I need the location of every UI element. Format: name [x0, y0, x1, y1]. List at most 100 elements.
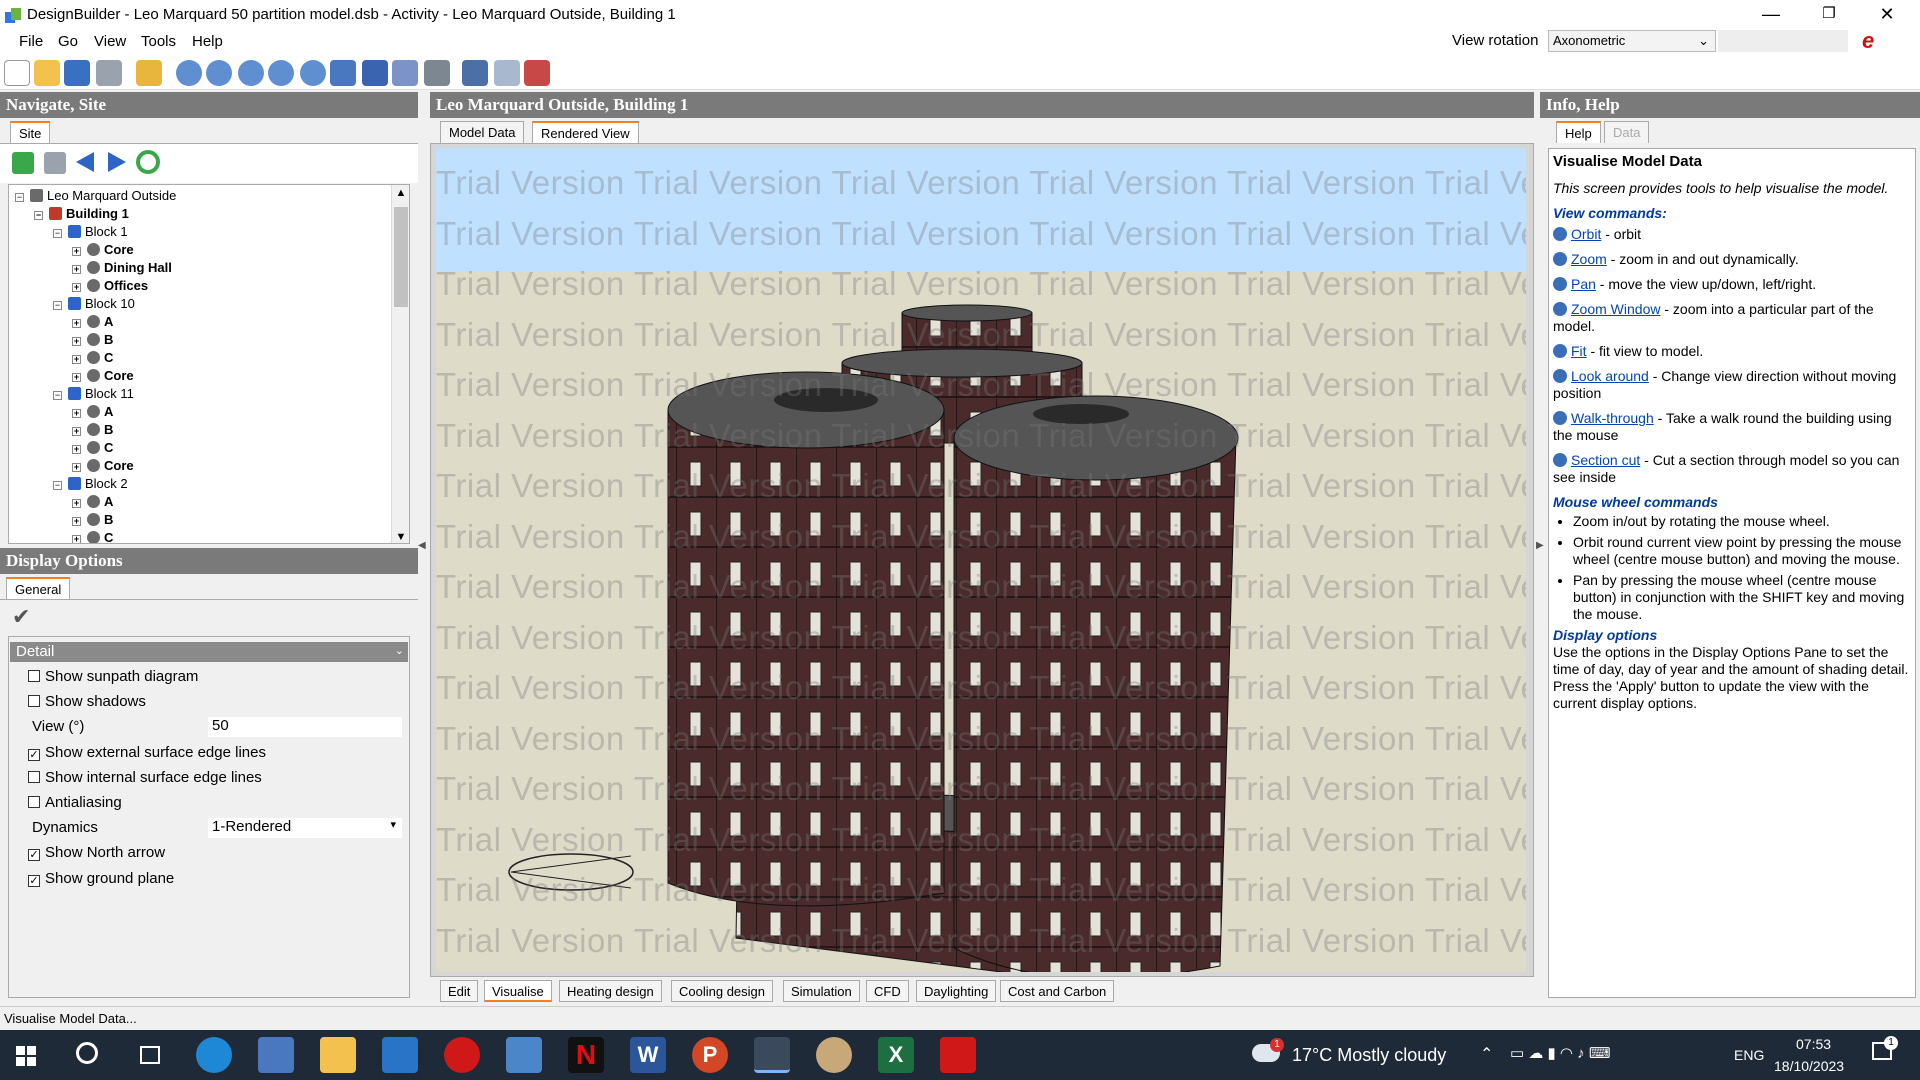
excel-icon[interactable]: X — [878, 1037, 914, 1073]
expand-icon[interactable]: + — [72, 499, 81, 508]
tree-item[interactable]: + Dining Hall — [72, 259, 172, 277]
rendered-viewport[interactable]: Trial Version Trial Version Trial Versio… — [436, 148, 1526, 972]
tree-item[interactable]: + B — [72, 511, 113, 529]
paint-icon[interactable] — [816, 1037, 852, 1073]
pan-icon[interactable] — [238, 60, 264, 86]
clock-date[interactable]: 18/10/2023 — [1774, 1058, 1844, 1074]
menu-file[interactable]: File — [19, 33, 43, 50]
expand-icon[interactable]: + — [72, 409, 81, 418]
tree-item[interactable]: − Block 10 — [53, 295, 135, 313]
clock-time[interactable]: 07:53 — [1796, 1036, 1831, 1052]
tab-simulation[interactable]: Simulation — [783, 980, 860, 1002]
tree-item[interactable]: + C — [72, 349, 113, 367]
tree-item[interactable]: − Block 11 — [53, 385, 134, 403]
tree-item[interactable]: + A — [72, 493, 113, 511]
fit-icon[interactable] — [300, 60, 326, 86]
look-around-icon[interactable] — [330, 60, 356, 86]
option-row[interactable]: Show internal surface edge lines — [28, 769, 262, 786]
zoom-icon[interactable] — [206, 60, 232, 86]
mail-icon[interactable] — [382, 1037, 418, 1073]
edge-icon[interactable] — [196, 1037, 232, 1073]
expand-icon[interactable]: + — [72, 337, 81, 346]
expand-icon[interactable]: + — [72, 247, 81, 256]
print-icon[interactable] — [96, 60, 122, 86]
help-link[interactable]: Orbit — [1571, 226, 1601, 242]
tree-item[interactable]: + C — [72, 529, 113, 543]
option-checkbox[interactable] — [28, 670, 40, 682]
save-icon[interactable] — [64, 60, 90, 86]
tab-model-data[interactable]: Model Data — [440, 121, 525, 143]
designbuilder-icon[interactable] — [754, 1037, 790, 1073]
start-icon[interactable] — [16, 1046, 36, 1066]
expand-icon[interactable]: + — [72, 535, 81, 543]
expand-icon[interactable]: + — [72, 427, 81, 436]
option-row[interactable]: ✓ Show ground plane — [28, 870, 174, 887]
tree-item[interactable]: + A — [72, 313, 113, 331]
expand-icon[interactable]: + — [72, 319, 81, 328]
scroll-down-icon[interactable]: ▼ — [393, 531, 409, 543]
search-icon[interactable] — [76, 1042, 98, 1064]
orbit-icon[interactable] — [176, 60, 202, 86]
expand-icon[interactable]: + — [72, 265, 81, 274]
calculator-icon[interactable] — [506, 1037, 542, 1073]
tab-help[interactable]: Help — [1556, 121, 1601, 143]
tree-item[interactable]: + C — [72, 439, 113, 457]
option-checkbox[interactable]: ✓ — [28, 748, 40, 761]
option-row[interactable]: Show sunpath diagram — [28, 668, 198, 685]
maximize-button[interactable]: ❐ — [1800, 0, 1858, 30]
netflix-icon[interactable]: N — [568, 1037, 604, 1073]
view-rotation-select[interactable]: Axonometric ⌄ — [1548, 30, 1716, 52]
expand-icon[interactable]: + — [72, 463, 81, 472]
go-to-icon[interactable] — [12, 152, 34, 174]
store-icon[interactable] — [258, 1037, 294, 1073]
open-icon[interactable] — [34, 60, 60, 86]
wrench-icon[interactable] — [136, 60, 162, 86]
expand-icon[interactable]: + — [72, 355, 81, 364]
menu-go[interactable]: Go — [58, 33, 78, 50]
scroll-up-icon[interactable]: ▲ — [393, 187, 409, 199]
collapse-right-icon[interactable]: ▶ — [1536, 540, 1546, 554]
tab-data[interactable]: Data — [1604, 121, 1650, 143]
tree-item[interactable]: − Leo Marquard Outside — [15, 187, 176, 205]
help-link[interactable]: Walk-through — [1571, 410, 1654, 426]
tab-visualise[interactable]: Visualise — [484, 980, 552, 1002]
scroll-thumb[interactable] — [394, 207, 408, 307]
tab-site[interactable]: Site — [10, 121, 51, 143]
tab-cooling-design[interactable]: Cooling design — [671, 980, 774, 1002]
minimize-button[interactable]: — — [1742, 0, 1800, 30]
help-link[interactable]: Pan — [1571, 276, 1596, 292]
task-view-icon[interactable] — [140, 1046, 160, 1064]
walk-through-icon[interactable] — [362, 60, 388, 86]
dynamics-select[interactable]: 1-Rendered ▾ — [208, 818, 402, 839]
tree-item[interactable]: − Block 2 — [53, 475, 128, 493]
option-row[interactable]: Show shadows — [28, 693, 146, 710]
zoom-window-icon[interactable] — [268, 60, 294, 86]
tab-cost-and-carbon[interactable]: Cost and Carbon — [1000, 980, 1115, 1002]
tree-item[interactable]: + B — [72, 331, 113, 349]
tray-icons[interactable]: ▭ ☁ ▮ ◠ ♪ ⌨ — [1510, 1044, 1611, 1062]
tree-item[interactable]: + Core — [72, 367, 134, 385]
option-row[interactable]: ✓ Show external surface edge lines — [28, 744, 266, 761]
collapse-left-icon[interactable]: ◀ — [418, 540, 428, 554]
weather-text[interactable]: 17°C Mostly cloudy — [1292, 1045, 1446, 1066]
option-checkbox[interactable]: ✓ — [28, 849, 40, 862]
tree-item[interactable]: − Building 1 — [34, 205, 129, 223]
tree-item[interactable]: + B — [72, 421, 113, 439]
new-icon[interactable] — [4, 60, 30, 86]
tab-general[interactable]: General — [6, 577, 71, 599]
export-icon[interactable] — [494, 60, 520, 86]
option-checkbox[interactable]: ✓ — [28, 874, 40, 887]
expand-icon[interactable]: + — [72, 445, 81, 454]
tab-daylighting[interactable]: Daylighting — [916, 980, 997, 1002]
help-link[interactable]: Fit — [1571, 343, 1587, 359]
powerpoint-icon[interactable]: P — [692, 1037, 728, 1073]
view-angle-input[interactable]: 50 — [208, 717, 402, 738]
collapse-icon[interactable]: − — [53, 391, 62, 400]
shade-icon[interactable] — [462, 60, 488, 86]
section-cut-icon[interactable] — [392, 60, 418, 86]
collapse-icon[interactable]: − — [34, 211, 43, 220]
help-link[interactable]: Zoom — [1571, 251, 1607, 267]
word-icon[interactable]: W — [630, 1037, 666, 1073]
help-link[interactable]: Look around — [1571, 368, 1649, 384]
tab-edit[interactable]: Edit — [440, 980, 479, 1002]
